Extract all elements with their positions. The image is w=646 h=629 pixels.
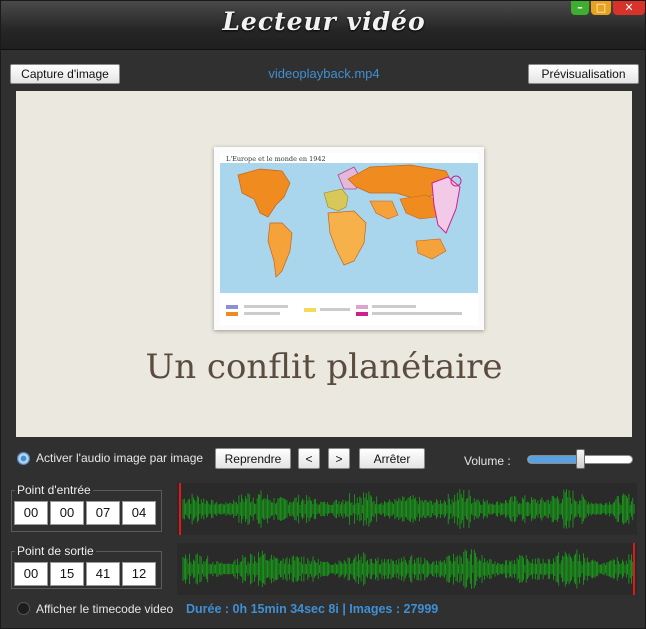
previous-frame-button[interactable]: < [298, 448, 320, 469]
in-point-waveform[interactable] [177, 483, 637, 535]
duration-status: Durée : 0h 15min 34sec 8i | Images : 279… [186, 602, 439, 616]
audio-frame-label[interactable]: Activer l'audio image par image [36, 451, 203, 465]
in-point-seconds-field[interactable]: 07 [86, 501, 120, 525]
video-player-window: Lecteur vidéo – □ ✕ Capture d'image vide… [0, 0, 646, 629]
in-point-minutes-field[interactable]: 00 [50, 501, 84, 525]
out-point-hours-field[interactable]: 00 [14, 562, 48, 586]
maximize-button[interactable]: □ [591, 1, 611, 15]
out-point-waveform[interactable] [177, 543, 637, 595]
out-point-marker[interactable] [633, 543, 635, 595]
window-title: Lecteur vidéo [222, 7, 426, 36]
volume-slider-thumb[interactable] [575, 449, 585, 469]
in-point-waveform-drawing [182, 489, 635, 529]
map-legend-drawing [226, 305, 462, 316]
title-bar[interactable]: Lecteur vidéo – □ ✕ [1, 1, 645, 50]
out-point-waveform-drawing [182, 549, 635, 589]
timecode-radio[interactable] [17, 602, 30, 615]
next-frame-button[interactable]: > [328, 448, 350, 469]
in-point-hours-field[interactable]: 00 [14, 501, 48, 525]
out-point-frames-field[interactable]: 12 [122, 562, 156, 586]
in-point-title: Point d'entrée [15, 483, 93, 497]
video-display[interactable]: L'Europe et le monde en 1942 Un conflit … [16, 91, 632, 437]
minimize-button[interactable]: – [571, 1, 589, 15]
out-point-seconds-field[interactable]: 41 [86, 562, 120, 586]
in-point-frames-field[interactable]: 04 [122, 501, 156, 525]
map-legend [220, 295, 478, 325]
map-caption: L'Europe et le monde en 1942 [226, 155, 326, 163]
timecode-label[interactable]: Afficher le timecode video [36, 602, 173, 616]
stop-button[interactable]: Arrêter [359, 448, 425, 469]
volume-label: Volume : [464, 454, 511, 468]
audio-frame-radio[interactable] [17, 452, 30, 465]
close-button[interactable]: ✕ [613, 1, 645, 15]
resume-button[interactable]: Reprendre [215, 448, 291, 469]
slide-title: Un conflit planétaire [145, 347, 503, 387]
out-point-title: Point de sortie [15, 544, 96, 558]
world-map-image: L'Europe et le monde en 1942 [220, 153, 478, 293]
volume-slider-fill [528, 456, 580, 463]
world-map-drawing: L'Europe et le monde en 1942 [220, 153, 478, 278]
preview-button[interactable]: Prévisualisation [528, 64, 639, 84]
in-point-marker[interactable] [179, 483, 181, 535]
out-point-minutes-field[interactable]: 15 [50, 562, 84, 586]
slide-map-frame: L'Europe et le monde en 1942 [214, 147, 484, 330]
